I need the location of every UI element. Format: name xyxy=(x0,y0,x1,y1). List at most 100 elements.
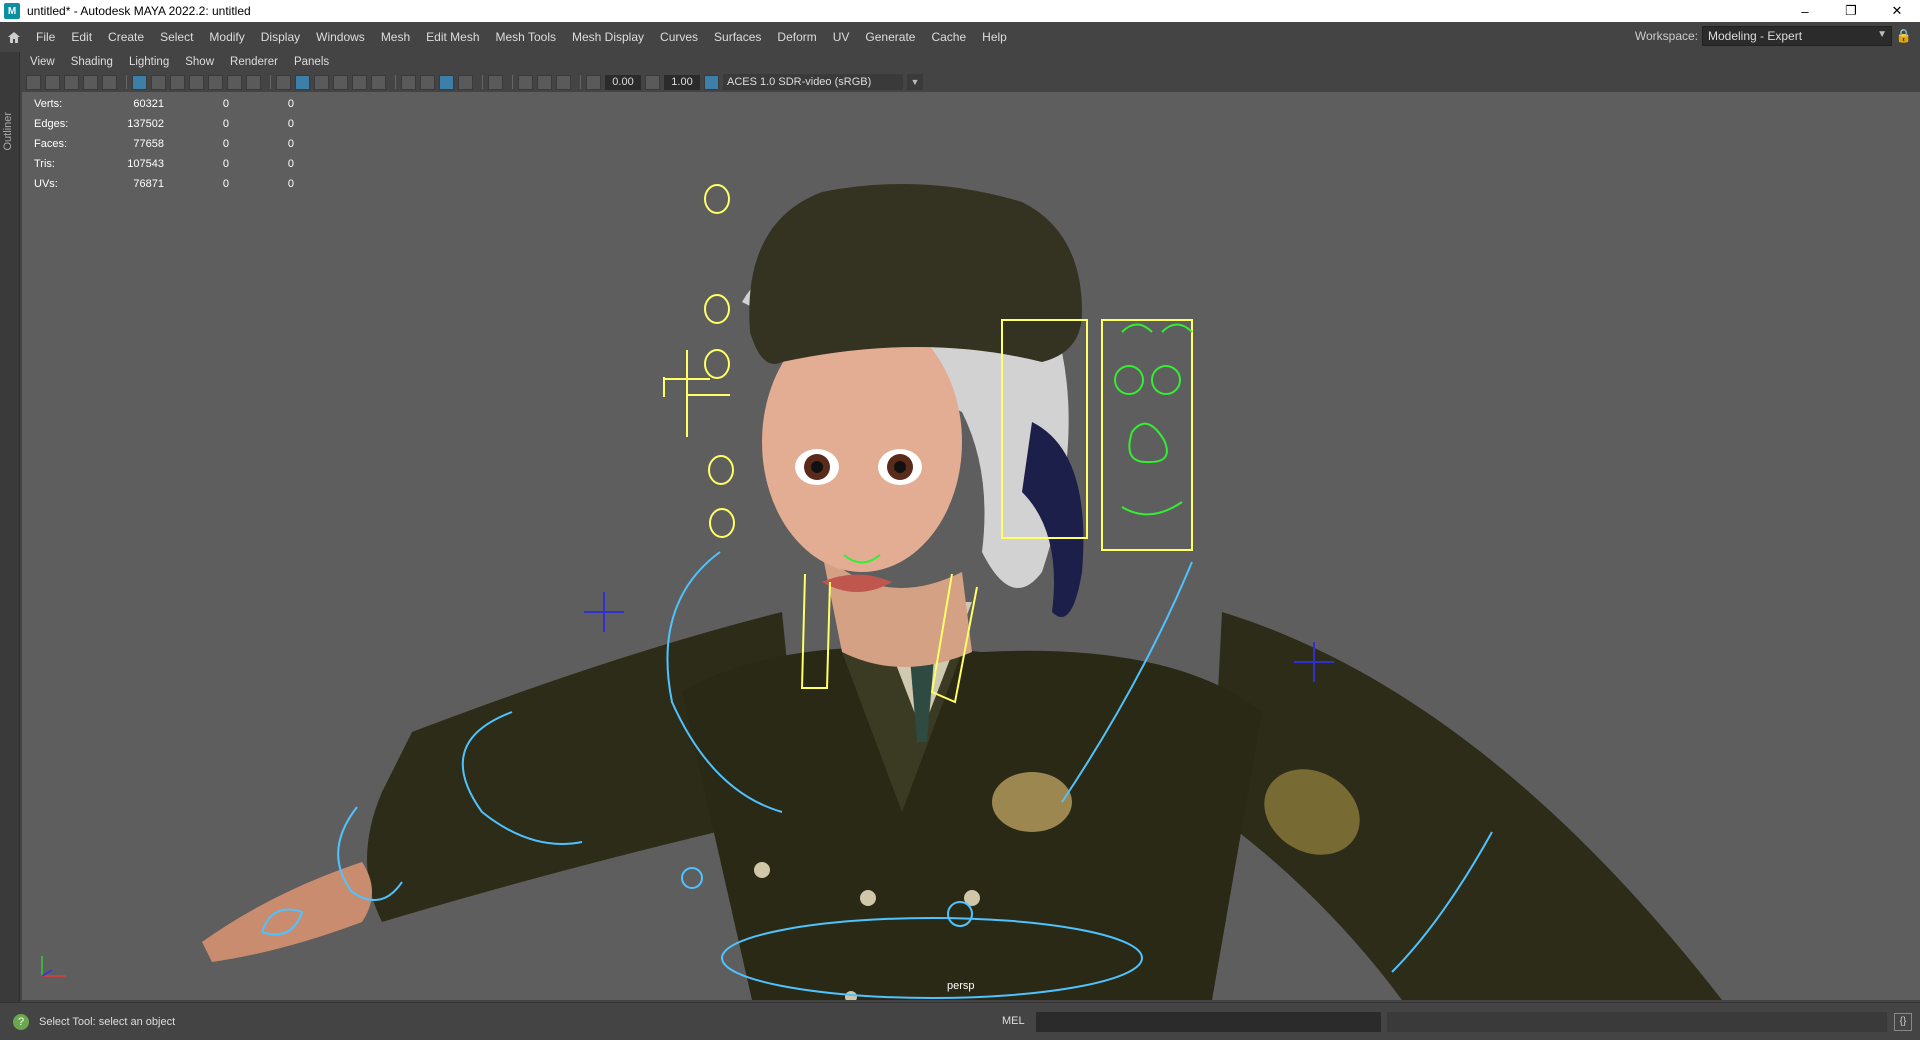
hud-label: Verts: xyxy=(34,98,63,110)
wireframe-icon[interactable] xyxy=(276,74,291,90)
menu-file[interactable]: File xyxy=(28,30,63,44)
film-gate-icon[interactable] xyxy=(151,74,166,90)
command-input[interactable] xyxy=(1036,1012,1381,1032)
hud-value: 60321 xyxy=(133,98,164,110)
depth-of-field-icon[interactable] xyxy=(458,74,473,90)
isolate-select-icon[interactable] xyxy=(488,74,503,90)
panel-menu-shading[interactable]: Shading xyxy=(63,56,121,68)
menu-surfaces[interactable]: Surfaces xyxy=(706,30,769,44)
view-transform-dropdown[interactable]: ACES 1.0 SDR-video (sRGB) ▼ xyxy=(723,74,923,90)
hud-row: Edges: 137502 0 0 xyxy=(34,114,294,134)
gamma-icon[interactable] xyxy=(645,74,660,90)
field-chart-icon[interactable] xyxy=(208,74,223,90)
panel-menu-panels[interactable]: Panels xyxy=(286,56,337,68)
grid-icon[interactable] xyxy=(132,74,147,90)
menu-generate[interactable]: Generate xyxy=(857,30,923,44)
menu-windows[interactable]: Windows xyxy=(308,30,373,44)
wireframe-on-shaded-icon[interactable] xyxy=(314,74,329,90)
panel-menu-show[interactable]: Show xyxy=(177,56,222,68)
hud-value: 137502 xyxy=(127,118,164,130)
panel-toolbar: 0.00 1.00 ACES 1.0 SDR-video (sRGB) ▼ xyxy=(22,72,1920,92)
hud-label: Tris: xyxy=(34,158,55,170)
color-management-icon[interactable] xyxy=(704,74,719,90)
select-camera-icon[interactable] xyxy=(26,74,41,90)
panel-menubar: View Shading Lighting Show Renderer Pane… xyxy=(22,52,1920,72)
panel-menu-view[interactable]: View xyxy=(22,56,63,68)
hud-label: Faces: xyxy=(34,138,68,150)
backface-culling-icon[interactable] xyxy=(556,74,571,90)
gate-mask-icon[interactable] xyxy=(189,74,204,90)
hud-value: 77658 xyxy=(133,138,164,150)
image-plane-icon[interactable] xyxy=(83,74,98,90)
status-bar: ? Select Tool: select an object MEL {} xyxy=(0,1002,1920,1040)
screen-space-ao-icon[interactable] xyxy=(401,74,416,90)
pencil-icon[interactable] xyxy=(102,74,117,90)
chevron-down-icon: ▼ xyxy=(1877,29,1887,40)
script-editor-icon[interactable]: {} xyxy=(1894,1013,1912,1031)
workspace-label: Workspace: xyxy=(1634,29,1698,43)
multisample-aa-icon[interactable] xyxy=(439,74,454,90)
hud-selected: 0 xyxy=(222,158,229,170)
menu-modify[interactable]: Modify xyxy=(201,30,252,44)
hud-selected: 0 xyxy=(222,138,229,150)
menu-uv[interactable]: UV xyxy=(825,30,858,44)
workspace-dropdown[interactable]: Modeling - Expert ▼ xyxy=(1702,26,1892,46)
camera-attributes-icon[interactable] xyxy=(45,74,60,90)
chevron-down-icon[interactable]: ▼ xyxy=(907,74,923,90)
menu-select[interactable]: Select xyxy=(152,30,201,44)
hud-component: 0 xyxy=(287,118,294,130)
menu-create[interactable]: Create xyxy=(100,30,152,44)
menu-mesh-tools[interactable]: Mesh Tools xyxy=(488,30,564,44)
help-icon: ? xyxy=(13,1013,29,1030)
viewport-persp[interactable]: Verts: 60321 0 0 Edges: 137502 0 0 Faces… xyxy=(22,92,1920,1000)
script-language-label[interactable]: MEL xyxy=(1002,1015,1025,1027)
command-result xyxy=(1387,1012,1887,1032)
bookmark-icon[interactable] xyxy=(64,74,79,90)
menu-mesh-display[interactable]: Mesh Display xyxy=(564,30,652,44)
xray-joints-icon[interactable] xyxy=(537,74,552,90)
textured-icon[interactable] xyxy=(333,74,348,90)
close-icon[interactable]: ✕ xyxy=(1874,0,1920,22)
menu-deform[interactable]: Deform xyxy=(769,30,824,44)
hud-row: Verts: 60321 0 0 xyxy=(34,94,294,114)
restore-icon[interactable]: ❐ xyxy=(1828,0,1874,22)
exposure-field[interactable]: 0.00 xyxy=(605,74,641,90)
outliner-label: Outliner xyxy=(2,112,14,151)
menu-cache[interactable]: Cache xyxy=(923,30,974,44)
main-menubar: File Edit Create Select Modify Display W… xyxy=(0,22,1920,52)
menu-display[interactable]: Display xyxy=(253,30,308,44)
hud-row: Tris: 107543 0 0 xyxy=(34,154,294,174)
lock-icon[interactable]: 🔒 xyxy=(1896,28,1912,44)
safe-action-icon[interactable] xyxy=(227,74,242,90)
panel-menu-renderer[interactable]: Renderer xyxy=(222,56,286,68)
shadows-icon[interactable] xyxy=(371,74,386,90)
smooth-shade-icon[interactable] xyxy=(295,74,310,90)
use-all-lights-icon[interactable] xyxy=(352,74,367,90)
safe-title-icon[interactable] xyxy=(246,74,261,90)
menu-edit-mesh[interactable]: Edit Mesh xyxy=(418,30,487,44)
minimize-icon[interactable]: – xyxy=(1782,0,1828,22)
motion-blur-icon[interactable] xyxy=(420,74,435,90)
poly-count-hud: Verts: 60321 0 0 Edges: 137502 0 0 Faces… xyxy=(34,94,294,194)
hud-value: 76871 xyxy=(133,178,164,190)
exposure-icon[interactable] xyxy=(586,74,601,90)
view-axis-icon xyxy=(36,952,76,985)
hud-row: UVs: 76871 0 0 xyxy=(34,174,294,194)
resolution-gate-icon[interactable] xyxy=(170,74,185,90)
xray-icon[interactable] xyxy=(518,74,533,90)
maya-icon: M xyxy=(4,3,20,19)
gamma-field[interactable]: 1.00 xyxy=(664,74,700,90)
hud-selected: 0 xyxy=(222,98,229,110)
menu-mesh[interactable]: Mesh xyxy=(373,30,418,44)
title-bar: M untitled* - Autodesk MAYA 2022.2: unti… xyxy=(0,0,1920,22)
window-title: untitled* - Autodesk MAYA 2022.2: untitl… xyxy=(27,4,251,18)
menu-edit[interactable]: Edit xyxy=(63,30,100,44)
menu-help[interactable]: Help xyxy=(974,30,1015,44)
home-icon[interactable] xyxy=(0,24,28,50)
panel-menu-lighting[interactable]: Lighting xyxy=(121,56,177,68)
hud-selected: 0 xyxy=(222,118,229,130)
hud-component: 0 xyxy=(287,98,294,110)
hud-label: UVs: xyxy=(34,178,58,190)
menu-curves[interactable]: Curves xyxy=(652,30,706,44)
outliner-tab[interactable]: Outliner xyxy=(0,52,20,1002)
